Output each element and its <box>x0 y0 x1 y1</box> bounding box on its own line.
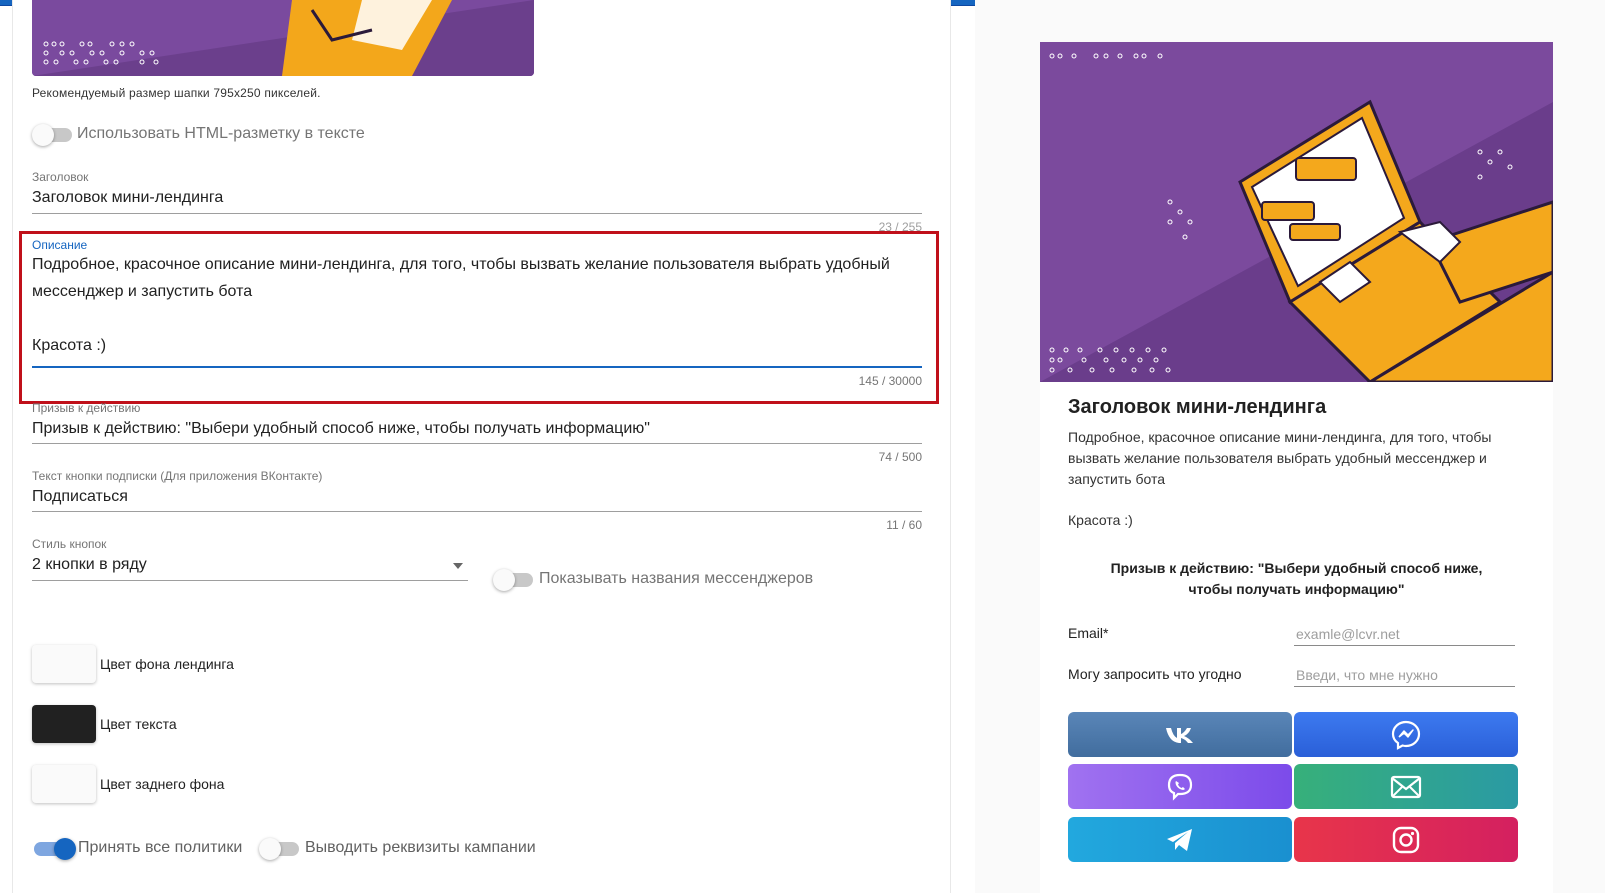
preview-description-line: запустить бота <box>1068 471 1165 487</box>
header-image-thumbnail[interactable] <box>32 0 534 76</box>
back-bg-color-swatch[interactable] <box>32 765 96 803</box>
cta-field-counter: 74 / 500 <box>878 450 922 464</box>
email-field[interactable] <box>1294 622 1515 646</box>
accept-policies-label: Принять все политики <box>78 839 243 856</box>
email-field-label: Email* <box>1068 625 1109 641</box>
preview-cta-line: Призыв к действию: "Выбери удобный спосо… <box>1110 560 1483 576</box>
toggle-knob <box>32 124 54 146</box>
preview-title: Заголовок мини-лендинга <box>1068 396 1327 418</box>
show-requisites-toggle[interactable] <box>259 838 299 860</box>
subscribe-field-input[interactable]: Подписаться <box>32 488 922 506</box>
telegram-button[interactable] <box>1068 817 1292 862</box>
button-style-value: 2 кнопки в ряду <box>32 556 147 573</box>
email-icon <box>1390 775 1422 798</box>
cta-field-input[interactable]: Призыв к действию: "Выбери удобный спосо… <box>32 420 922 438</box>
preview-cta-line: чтобы получать информацию" <box>1188 581 1405 597</box>
messenger-icon <box>1391 720 1421 750</box>
viber-button[interactable] <box>1068 764 1292 809</box>
landing-bg-color-swatch[interactable] <box>32 645 96 683</box>
title-field-input[interactable]: Заголовок мини-лендинга <box>32 189 922 207</box>
toggle-knob <box>259 838 281 860</box>
preview-description-line: Красота :) <box>1068 512 1133 528</box>
request-field-label: Могу запросить что угодно <box>1068 666 1242 682</box>
show-messenger-names-label: Показывать названия мессенджеров <box>539 570 814 587</box>
landing-bg-color-label: Цвет фона лендинга <box>100 656 234 672</box>
toggle-knob <box>54 838 76 860</box>
cta-field-label: Призыв к действию <box>32 401 141 415</box>
highlight-frame <box>19 231 939 404</box>
landing-preview-card: Заголовок мини-лендинга Подробное, красо… <box>1040 42 1553 893</box>
html-markup-toggle-label: Использовать HTML-разметку в тексте <box>77 125 365 142</box>
cta-field-underline <box>32 443 922 444</box>
messenger-button[interactable] <box>1294 712 1518 757</box>
telegram-icon <box>1167 828 1192 851</box>
header-size-hint: Рекомендуемый размер шапки 795х250 пиксе… <box>32 86 321 100</box>
request-field[interactable] <box>1294 663 1515 687</box>
back-bg-color-label: Цвет заднего фона <box>100 776 225 792</box>
subscribe-field-label: Текст кнопки подписки (Для приложения ВК… <box>32 469 323 483</box>
preview-description-line: вызвать желание пользователя выбрать удо… <box>1068 450 1487 466</box>
vk-icon <box>1166 727 1193 743</box>
viber-icon <box>1167 773 1193 801</box>
subscribe-field-underline <box>32 511 922 512</box>
text-color-label: Цвет текста <box>100 716 177 732</box>
show-requisites-label: Выводить реквизиты кампании <box>305 839 536 856</box>
instagram-button[interactable] <box>1294 817 1518 862</box>
email-button[interactable] <box>1294 764 1518 809</box>
button-style-label: Стиль кнопок <box>32 537 107 551</box>
text-color-swatch[interactable] <box>32 705 96 743</box>
landing-header-image <box>1040 42 1553 382</box>
button-style-select[interactable]: 2 кнопки в ряду <box>32 552 468 580</box>
preview-description-line: Подробное, красочное описание мини-ленди… <box>1068 429 1492 445</box>
vk-button[interactable] <box>1068 712 1292 757</box>
html-markup-toggle[interactable] <box>32 124 72 146</box>
title-field-underline <box>32 213 922 214</box>
button-style-underline <box>32 580 468 581</box>
show-messenger-names-toggle[interactable] <box>493 569 533 591</box>
subscribe-field-counter: 11 / 60 <box>886 518 922 532</box>
accept-policies-toggle[interactable] <box>34 838 76 860</box>
toggle-knob <box>493 569 515 591</box>
instagram-icon <box>1392 826 1420 853</box>
chevron-down-icon <box>453 563 463 569</box>
title-field-label: Заголовок <box>32 170 89 184</box>
